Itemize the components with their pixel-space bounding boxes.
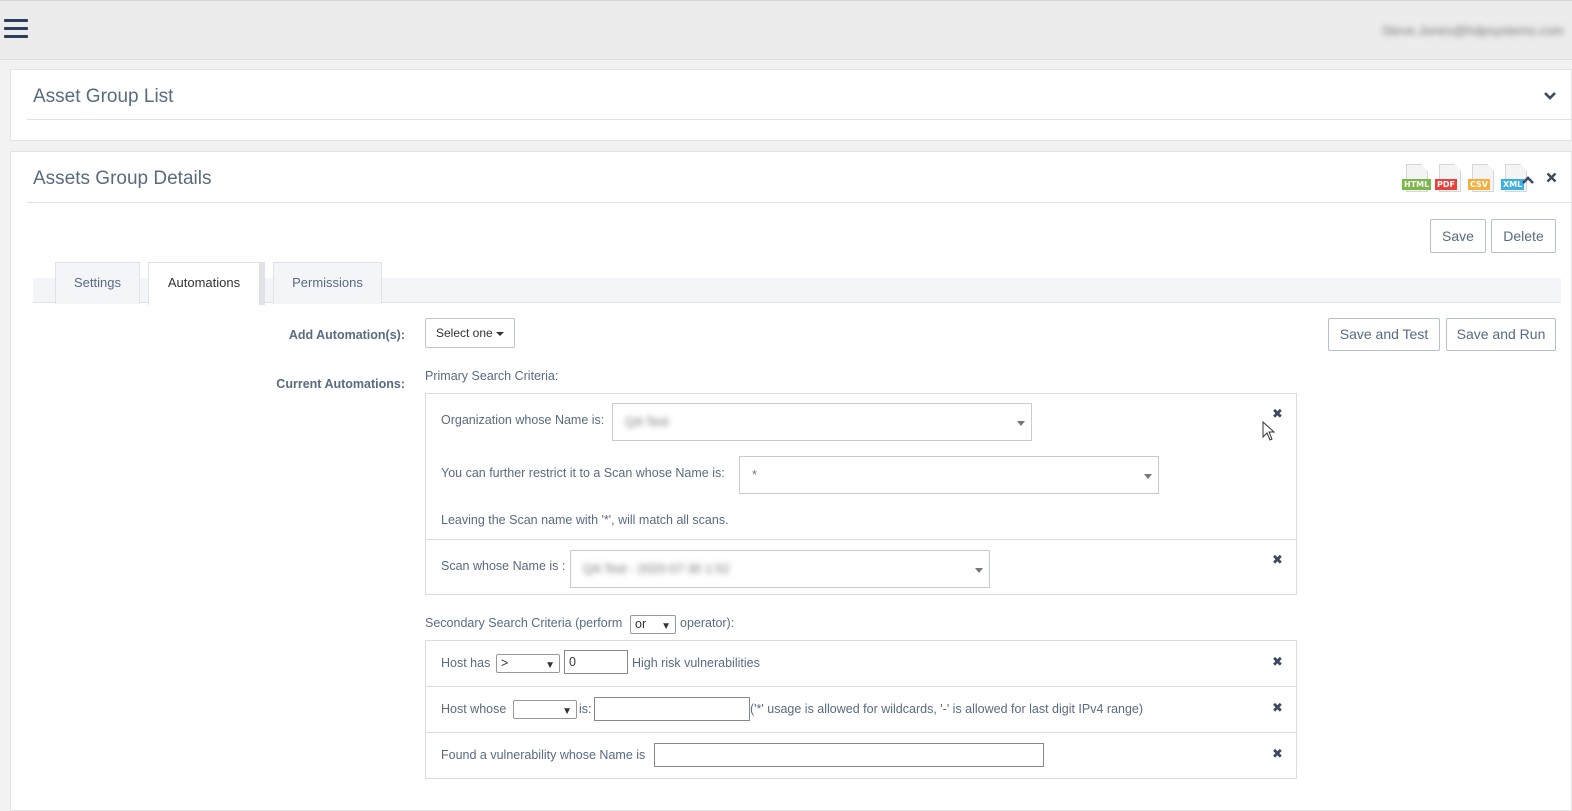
- remove-criteria-close-icon[interactable]: ✖: [1272, 654, 1283, 670]
- asset-group-list-title: Asset Group List: [33, 86, 174, 107]
- add-automation-label: Add Automation(s):: [288, 328, 405, 342]
- chevron-down-icon: ▼: [562, 706, 572, 717]
- select-automation-dropdown[interactable]: Select one: [425, 318, 515, 348]
- remove-criteria-close-icon[interactable]: ✖: [1272, 746, 1283, 762]
- asset-group-details-panel: Assets Group Details HTML PDF CSV XML Sa…: [10, 151, 1572, 811]
- export-html-icon[interactable]: HTML: [1402, 164, 1432, 194]
- host-has-count-input[interactable]: 0: [564, 650, 628, 674]
- scan-restrict-label: You can further restrict it to a Scan wh…: [441, 466, 725, 480]
- secondary-title-pre: Secondary Search Criteria (perform: [425, 616, 623, 630]
- primary-criteria-title: Primary Search Criteria:: [425, 369, 559, 383]
- chevron-down-icon: ▼: [545, 660, 555, 671]
- operator-value: or: [635, 617, 647, 631]
- export-pdf-icon[interactable]: PDF: [1435, 164, 1463, 194]
- remove-criteria-close-icon[interactable]: ✖: [1272, 552, 1283, 568]
- save-and-run-button[interactable]: Save and Run: [1446, 318, 1556, 351]
- host-whose-hint: ('*' usage is allowed for wildcards, '-'…: [750, 702, 1144, 716]
- tab-settings[interactable]: Settings: [55, 262, 140, 304]
- host-whose-criteria-row: Host whose ▼ is: ('*' usage is allowed f…: [425, 686, 1297, 733]
- scan-name-value: QA Test - 2020-07-30 1:52: [583, 562, 730, 576]
- tab-permissions[interactable]: Permissions: [273, 262, 382, 304]
- remove-criteria-close-icon[interactable]: ✖: [1272, 406, 1283, 422]
- org-name-label: Organization whose Name is:: [441, 413, 605, 427]
- scan-name-select[interactable]: QA Test - 2020-07-30 1:52: [570, 550, 990, 588]
- org-name-select[interactable]: QA Test: [612, 403, 1032, 441]
- vulnerability-name-input[interactable]: [654, 743, 1044, 767]
- chevron-down-icon[interactable]: [1543, 88, 1557, 104]
- host-has-label: Host has: [441, 656, 491, 670]
- remove-criteria-close-icon[interactable]: ✖: [1272, 700, 1283, 716]
- scan-name-label: Scan whose Name is :: [441, 559, 566, 573]
- save-button[interactable]: Save: [1430, 219, 1486, 253]
- host-whose-field-select[interactable]: ▼: [513, 700, 577, 719]
- top-bar: Steve.Jones@hdpsystems.com: [0, 0, 1572, 60]
- chevron-down-icon: ▼: [661, 621, 671, 632]
- asset-group-details-title: Assets Group Details: [33, 168, 212, 189]
- host-whose-value-input[interactable]: [594, 697, 750, 721]
- host-has-suffix: High risk vulnerabilities: [632, 656, 760, 670]
- vulnerability-name-label: Found a vulnerability whose Name is: [441, 748, 646, 762]
- scan-criteria-box: Scan whose Name is : QA Test - 2020-07-3…: [425, 539, 1297, 595]
- tab-automations[interactable]: Automations: [148, 262, 265, 305]
- divider: [27, 119, 1571, 120]
- divider: [27, 202, 1571, 203]
- scan-restrict-value: *: [752, 468, 757, 482]
- scan-note: Leaving the Scan name with '*', will mat…: [441, 513, 729, 527]
- chevron-up-icon[interactable]: [1521, 173, 1535, 188]
- org-name-value: QA Test: [625, 415, 669, 429]
- close-icon[interactable]: [1546, 171, 1557, 186]
- asset-group-list-panel: Asset Group List: [10, 69, 1572, 141]
- caret-down-icon: [1144, 474, 1152, 479]
- host-has-operator-select[interactable]: > ▼: [496, 654, 560, 673]
- secondary-title-post: operator):: [680, 616, 735, 630]
- save-and-test-button[interactable]: Save and Test: [1328, 318, 1440, 351]
- caret-down-icon: [495, 331, 504, 336]
- primary-criteria-box: Organization whose Name is: QA Test ✖ Yo…: [425, 393, 1297, 540]
- host-whose-label: Host whose: [441, 702, 507, 716]
- host-whose-is-label: is:: [579, 702, 592, 716]
- host-has-criteria-row: Host has > ▼ 0 High risk vulnerabilities …: [425, 640, 1297, 687]
- vulnerability-criteria-row: Found a vulnerability whose Name is ✖: [425, 732, 1297, 779]
- mouse-cursor-icon: [1262, 420, 1276, 444]
- current-automations-label: Current Automations:: [276, 377, 405, 391]
- export-csv-icon[interactable]: CSV: [1468, 164, 1496, 194]
- export-buttons: HTML PDF CSV XML: [1402, 164, 1529, 194]
- caret-down-icon: [975, 568, 983, 573]
- hamburger-menu-icon[interactable]: [4, 19, 28, 41]
- select-one-label: Select one: [436, 326, 493, 340]
- host-has-operator-value: >: [501, 656, 509, 670]
- scan-restrict-select[interactable]: *: [739, 456, 1159, 494]
- secondary-criteria-title: Secondary Search Criteria (perform: [425, 616, 622, 630]
- operator-select[interactable]: or ▼: [630, 615, 676, 634]
- delete-button[interactable]: Delete: [1491, 219, 1556, 253]
- user-email[interactable]: Steve.Jones@hdpsystems.com: [1382, 23, 1564, 38]
- caret-down-icon: [1017, 421, 1025, 426]
